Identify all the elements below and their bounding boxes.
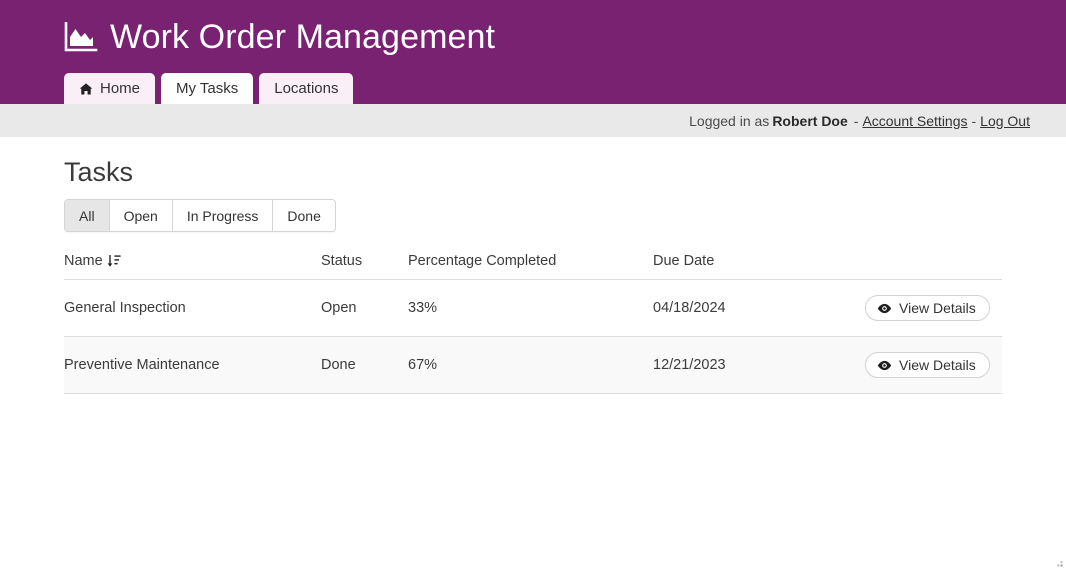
log-out-link[interactable]: Log Out: [980, 113, 1030, 129]
task-name: General Inspection: [64, 300, 186, 316]
task-filter-group: All Open In Progress Done: [64, 199, 336, 232]
view-details-button-label: View Details: [899, 300, 976, 316]
user-status-bar: Logged in as Robert Doe - Account Settin…: [0, 104, 1066, 137]
brand: Work Order Management: [64, 14, 495, 60]
table-header-row: Name Status Percentage Completed Due Dat…: [64, 242, 1002, 280]
eye-icon: [877, 303, 892, 313]
separator-1: -: [853, 112, 859, 129]
task-status: Done: [321, 357, 356, 373]
tab-locations-label: Locations: [274, 80, 339, 97]
page-title: Tasks: [64, 157, 134, 187]
user-name: Robert Doe: [772, 112, 848, 129]
app-header: Work Order Management Home My Tasks Loca…: [0, 0, 1066, 104]
table-row: General Inspection Open 33% 04/18/2024 V…: [64, 280, 1002, 337]
task-actions: View Details: [792, 352, 1002, 378]
column-header-due-date-label: Due Date: [653, 252, 715, 269]
tasks-table: Name Status Percentage Completed Due Dat…: [64, 242, 1002, 394]
filter-button-open-label: Open: [123, 207, 158, 224]
sort-descending-icon: [107, 255, 121, 267]
column-header-status-label: Status: [321, 252, 363, 269]
logged-in-prefix: Logged in as: [689, 112, 770, 129]
view-details-button[interactable]: View Details: [865, 295, 990, 321]
account-settings-link[interactable]: Account Settings: [862, 113, 967, 129]
task-status: Open: [321, 300, 357, 316]
column-header-due-date[interactable]: Due Date: [653, 253, 792, 269]
area-chart-icon: [64, 22, 98, 52]
column-header-name-label: Name: [64, 252, 103, 269]
main-content: Tasks All Open In Progress Done Name Sta…: [0, 137, 1066, 570]
task-name: Preventive Maintenance: [64, 357, 220, 373]
task-due-date: 04/18/2024: [653, 300, 726, 316]
task-percentage-completed: 33%: [408, 300, 438, 316]
main-navigation: Home My Tasks Locations: [64, 73, 359, 104]
filter-button-open[interactable]: Open: [109, 200, 173, 231]
view-details-button[interactable]: View Details: [865, 352, 990, 378]
column-header-status[interactable]: Status: [321, 253, 408, 269]
tab-locations[interactable]: Locations: [259, 73, 354, 104]
task-due-date: 12/21/2023: [653, 357, 726, 373]
filter-button-all[interactable]: All: [65, 200, 110, 231]
filter-button-all-label: All: [79, 207, 95, 224]
page-brand-title: Work Order Management: [110, 18, 496, 56]
table-row: Preventive Maintenance Done 67% 12/21/20…: [64, 337, 1002, 394]
tab-home-label: Home: [100, 80, 141, 97]
home-icon: [79, 82, 93, 95]
column-header-percentage-completed[interactable]: Percentage Completed: [408, 253, 653, 269]
view-details-button-label: View Details: [899, 357, 976, 373]
tab-my-tasks-label: My Tasks: [176, 80, 239, 97]
filter-button-in-progress-label: In Progress: [186, 207, 259, 224]
resize-grip-icon[interactable]: [1052, 556, 1064, 568]
task-percentage-completed: 67%: [408, 357, 438, 373]
tab-home[interactable]: Home: [64, 73, 156, 104]
filter-button-done[interactable]: Done: [273, 200, 335, 231]
separator-2: -: [971, 112, 977, 129]
column-header-percentage-completed-label: Percentage Completed: [408, 252, 557, 269]
eye-icon: [877, 360, 892, 370]
column-header-name[interactable]: Name: [64, 253, 321, 269]
user-status-text: Logged in as Robert Doe - Account Settin…: [689, 104, 1030, 137]
task-actions: View Details: [792, 295, 1002, 321]
filter-button-done-label: Done: [287, 207, 321, 224]
tab-my-tasks[interactable]: My Tasks: [161, 73, 254, 104]
filter-button-in-progress[interactable]: In Progress: [172, 200, 274, 231]
